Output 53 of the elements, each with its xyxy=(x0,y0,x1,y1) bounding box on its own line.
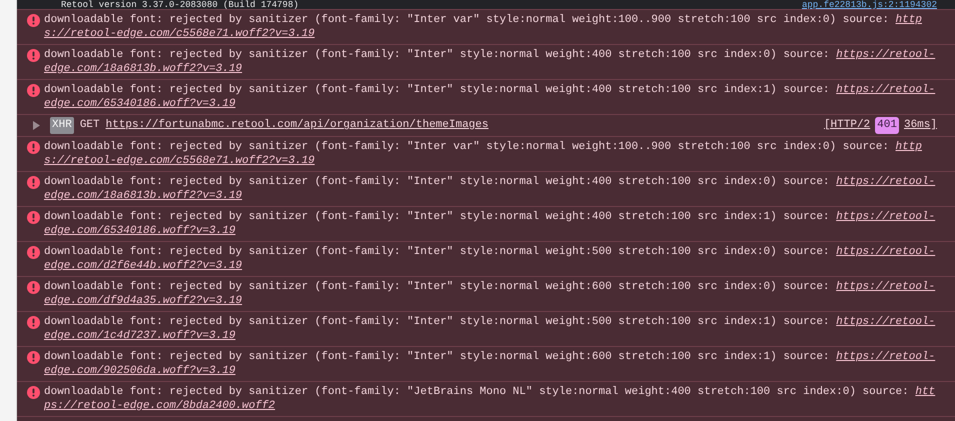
error-icon xyxy=(27,246,40,259)
source-link[interactable]: http xyxy=(896,13,922,27)
error-message: downloadable font: rejected by sanitizer (font-family: "Inter" style:normal weight:400 stretch:100 src index:1) source: xyxy=(44,210,831,224)
source-link[interactable]: https://retool- xyxy=(836,280,936,294)
source-link[interactable]: s://retool-edge.com/c5568e71.woff2?v=3.19 xyxy=(44,27,315,41)
error-icon xyxy=(27,84,40,97)
source-link[interactable]: edge.com/18a6813b.woff2?v=3.19 xyxy=(44,62,242,76)
error-icon xyxy=(27,386,40,399)
source-link[interactable]: https://retool- xyxy=(836,175,936,189)
error-icon xyxy=(27,351,40,364)
error-icon xyxy=(27,14,40,27)
error-message: downloadable font: rejected by sanitizer (font-family: "Inter" style:normal weight:400 stretch:100 src index:0) source: xyxy=(44,175,831,189)
source-link[interactable]: s://retool-edge.com/c5568e71.woff2?v=3.19 xyxy=(44,154,315,168)
version-message: Retool version 3.37.0-2083080 (Build 174798) xyxy=(61,0,299,9)
source-link[interactable]: ps://retool-edge.com/8bda2400.woff2 xyxy=(44,399,276,413)
error-message: downloadable font: rejected by sanitizer (font-family: "Inter" style:normal weight:600 stretch:100 src index:0) source: xyxy=(44,280,831,294)
request-url[interactable]: https://fortunabmc.retool.com/api/organization/themeImages xyxy=(106,117,488,134)
source-link[interactable]: https://retool- xyxy=(836,210,936,224)
source-link[interactable]: edge.com/1c4d7237.woff?v=3.19 xyxy=(44,329,236,343)
error-message: downloadable font: rejected by sanitizer (font-family: "Inter var" style:normal weight:100..900 stretch:100 src index:0) source: xyxy=(44,13,890,27)
request-method: GET xyxy=(80,118,100,134)
error-message: downloadable font: rejected by sanitizer (font-family: "Inter var" style:normal weight:100..900 stretch:100 src index:0) source: xyxy=(44,140,890,154)
source-link[interactable]: https://retool- xyxy=(836,350,936,364)
source-link[interactable]: http xyxy=(896,140,922,154)
source-link[interactable]: https://retool- xyxy=(836,83,936,97)
source-link[interactable]: edge.com/18a6813b.woff2?v=3.19 xyxy=(44,189,242,203)
error-icon xyxy=(27,281,40,294)
source-link[interactable]: htt xyxy=(915,385,936,399)
expand-triangle-icon[interactable] xyxy=(32,121,40,130)
error-message: downloadable font: rejected by sanitizer (font-family: "Inter" style:normal weight:500 stretch:100 src index:1) source: xyxy=(44,315,831,329)
error-icon xyxy=(27,49,40,62)
source-link[interactable]: edge.com/902506da.woff?v=3.19 xyxy=(44,364,236,378)
request-type-badge: XHR xyxy=(50,117,74,134)
error-message: downloadable font: rejected by sanitizer (font-family: "Inter" style:normal weight:500 stretch:100 src index:0) source: xyxy=(44,245,831,259)
source-link[interactable]: edge.com/65340186.woff?v=3.19 xyxy=(44,224,236,238)
error-icon xyxy=(27,211,40,224)
error-message: downloadable font: rejected by sanitizer (font-family: "Inter" style:normal weight:600 stretch:100 src index:1) source: xyxy=(44,350,831,364)
error-icon xyxy=(27,316,40,329)
error-icon xyxy=(27,176,40,189)
source-link[interactable]: edge.com/65340186.woff?v=3.19 xyxy=(44,97,236,111)
error-message: downloadable font: rejected by sanitizer (font-family: "Inter" style:normal weight:400 stretch:100 src index:0) source: xyxy=(44,48,831,62)
error-icon xyxy=(27,141,40,154)
source-link[interactable]: https://retool- xyxy=(836,315,936,329)
source-link[interactable]: https://retool- xyxy=(836,245,936,259)
source-location-link[interactable]: app.fe22813b.js:2:1194302 xyxy=(802,0,937,9)
error-message: downloadable font: rejected by sanitizer (font-family: "JetBrains Mono NL" style:normal weight:400 stretch:100 src index:0) source: xyxy=(44,385,910,399)
source-link[interactable]: edge.com/df9d4a35.woff2?v=3.19 xyxy=(44,294,242,308)
source-link[interactable]: edge.com/d2f6e44b.woff2?v=3.19 xyxy=(44,259,242,273)
source-link[interactable]: https://retool- xyxy=(836,48,936,62)
request-time: 36ms] xyxy=(904,118,937,134)
request-protocol: [HTTP/2 xyxy=(824,118,870,134)
status-code-badge: 401 xyxy=(875,117,899,134)
error-message: downloadable font: rejected by sanitizer (font-family: "Inter" style:normal weight:400 stretch:100 src index:1) source: xyxy=(44,83,831,97)
